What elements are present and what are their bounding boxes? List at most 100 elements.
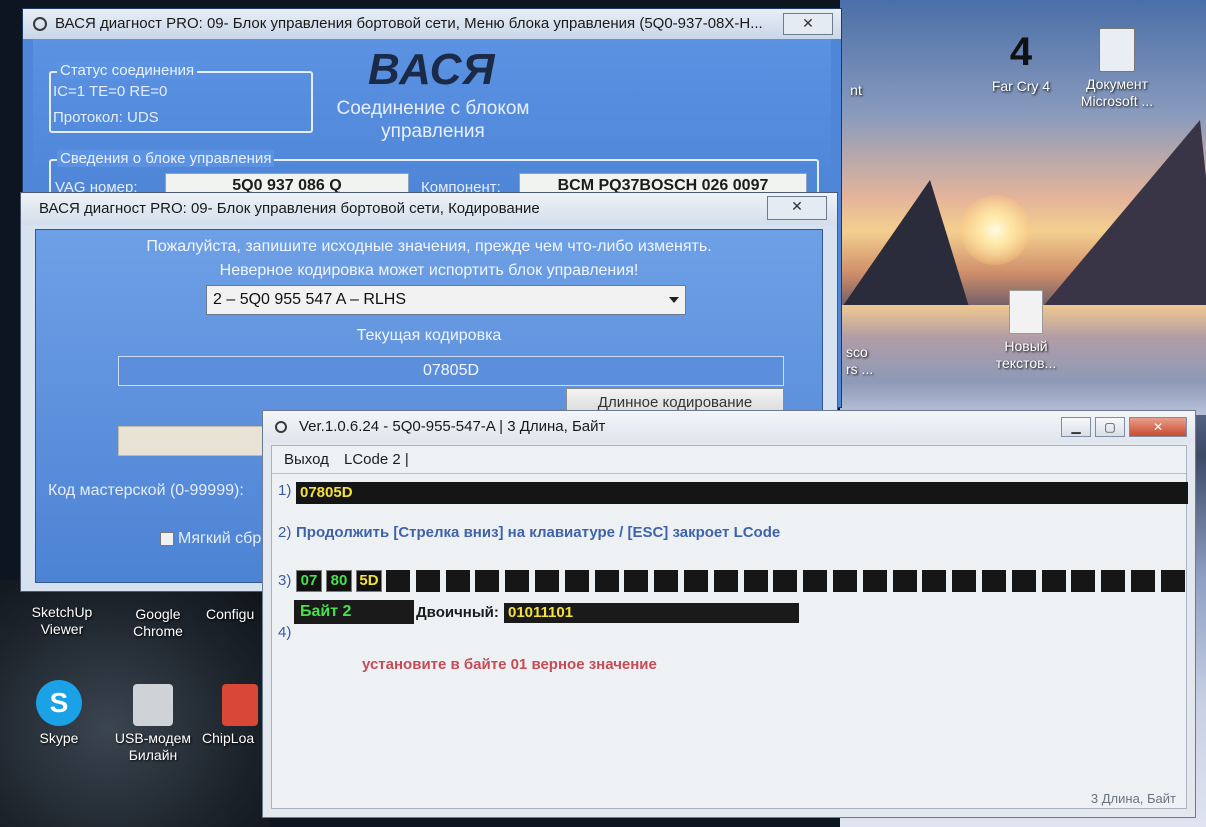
byte-cell-empty[interactable] xyxy=(982,570,1006,592)
byte-cell-empty[interactable] xyxy=(1160,570,1185,592)
byte-cell-empty[interactable] xyxy=(1041,570,1066,592)
chevron-down-icon[interactable] xyxy=(669,297,679,303)
soft-reset-checkbox[interactable] xyxy=(160,532,174,546)
desktop-icon-label: sco xyxy=(846,344,868,360)
byte-cell-empty[interactable] xyxy=(1071,570,1096,592)
warning-line-2: Неверное кодировка может испортить блок … xyxy=(219,262,639,279)
wallpaper-mountain-right xyxy=(1040,120,1206,310)
current-coding-label: Текущая кодировка xyxy=(356,327,502,344)
byte-cell-empty[interactable] xyxy=(505,570,530,592)
lcode-body: Выход LCode 2 | 1) 07805D 2) Продолжить … xyxy=(271,445,1188,809)
chiploader-icon xyxy=(222,684,258,726)
desktop-icon-chrome[interactable]: Google Chrome xyxy=(118,606,198,640)
desktop-icon-label: Google xyxy=(135,606,181,622)
desktop-icon-label: Configu xyxy=(206,606,255,622)
byte-cell-empty[interactable] xyxy=(892,570,917,592)
coding-window-close-button[interactable]: ✕ xyxy=(767,196,827,220)
app-icon xyxy=(33,17,47,31)
byte-cell-empty[interactable] xyxy=(654,570,679,592)
main-window-close-button[interactable]: ✕ xyxy=(783,13,833,35)
byte-cell-empty[interactable] xyxy=(564,570,589,592)
desktop-icon-chiploader[interactable]: ChipLoa xyxy=(202,684,266,747)
byte-cell-empty[interactable] xyxy=(833,570,857,592)
connection-status-title: Статус соединения xyxy=(57,62,198,79)
byte-cell-empty[interactable] xyxy=(386,570,410,592)
maximize-button[interactable]: ▢ xyxy=(1095,417,1125,437)
connection-status-group: Статус соединения IC=1 TE=0 RE=0 Протоко… xyxy=(49,62,313,133)
byte-cell-empty[interactable] xyxy=(594,570,619,592)
close-button[interactable]: ✕ xyxy=(1129,417,1187,437)
byte-cell-empty[interactable] xyxy=(415,570,440,592)
main-window-titlebar[interactable]: ВАСЯ диагност PRO: 09- Блок управления б… xyxy=(23,9,841,39)
document-icon xyxy=(1099,28,1135,72)
warning-line-1: Пожалуйста, запишите исходные значения, … xyxy=(146,238,712,255)
desktop-icon-usb-modem[interactable]: USB-модем Билайн xyxy=(108,684,198,764)
byte-cell-empty[interactable] xyxy=(1131,570,1155,592)
binary-label: Двоичный: xyxy=(416,604,499,621)
byte-cell-empty[interactable] xyxy=(475,570,500,592)
desktop-icon-new-text[interactable]: Новый текстов... xyxy=(986,290,1066,372)
desktop-icon-label: Microsoft ... xyxy=(1080,93,1154,109)
byte-cell-value[interactable]: 80 xyxy=(326,570,352,592)
byte-cell-empty[interactable] xyxy=(1101,570,1126,592)
byte-cell-empty[interactable] xyxy=(773,570,798,592)
desktop-icon-farcry[interactable]: 4 Far Cry 4 xyxy=(986,30,1056,95)
desktop-icon-label: Skype xyxy=(39,730,79,746)
byte-cell-empty[interactable] xyxy=(535,570,559,592)
byte-cell-empty[interactable] xyxy=(1011,570,1036,592)
desktop-icon-partial-2[interactable]: sco rs ... xyxy=(846,344,876,378)
desktop-icon-label: Новый xyxy=(1004,338,1048,354)
desktop-icon-label: SketchUp xyxy=(31,604,93,620)
desktop-icon-label: Билайн xyxy=(128,747,178,763)
menu-lcode[interactable]: LCode 2 | xyxy=(344,446,409,474)
vasya-logo: ВАСЯ xyxy=(368,45,496,94)
desktop-icon-label: Документ xyxy=(1085,76,1149,92)
byte-label: Байт 2 xyxy=(294,600,414,624)
row-1-number: 1) xyxy=(278,482,292,499)
coding-variant-value: 2 – 5Q0 955 547 A – RLHS xyxy=(213,291,407,308)
coding-variant-select[interactable]: 2 – 5Q0 955 547 A – RLHS xyxy=(206,285,686,315)
desktop-icon-document[interactable]: Документ Microsoft ... xyxy=(1072,28,1162,110)
desktop-icon-config[interactable]: Configu xyxy=(206,606,266,623)
lcode-window-titlebar[interactable]: Ver.1.0.6.24 - 5Q0-955-547-A | 3 Длина, … xyxy=(263,411,1195,443)
coding-value: 07805D xyxy=(300,484,353,501)
byte-cell-empty[interactable] xyxy=(803,570,828,592)
protocol-label: Протокол: UDS xyxy=(53,109,159,126)
lcode-window-title: Ver.1.0.6.24 - 5Q0-955-547-A | 3 Длина, … xyxy=(299,418,606,435)
byte-cell-value[interactable]: 5D xyxy=(356,570,382,592)
byte-cell-empty[interactable] xyxy=(862,570,887,592)
coding-window-title: ВАСЯ диагност PRO: 09- Блок управления б… xyxy=(39,200,540,217)
desktop-icon-label: ChipLoa xyxy=(202,730,255,746)
status-bar: 3 Длина, Байт xyxy=(1090,791,1176,806)
desktop-icon-label: nt xyxy=(850,82,862,98)
wallpaper-mountain-left xyxy=(840,180,970,310)
row-2-number: 2) xyxy=(278,524,292,541)
byte-cell-empty[interactable] xyxy=(624,570,649,592)
connection-status-line: IC=1 TE=0 RE=0 xyxy=(53,83,168,100)
coding-window-titlebar[interactable]: ВАСЯ диагност PRO: 09- Блок управления б… xyxy=(21,193,837,225)
byte-cell-empty[interactable] xyxy=(743,570,768,592)
minimize-button[interactable]: ▁ xyxy=(1061,417,1091,437)
byte-cell-empty[interactable] xyxy=(952,570,977,592)
desktop-icon-sketchup[interactable]: SketchUp Viewer xyxy=(22,604,102,638)
wallpaper-sun xyxy=(960,195,1030,265)
farcry-icon: 4 xyxy=(1009,30,1033,74)
continue-prompt: Продолжить [Стрелка вниз] на клавиатуре … xyxy=(296,524,781,541)
desktop-icon-partial[interactable]: nt xyxy=(846,82,866,99)
byte-cell-empty[interactable] xyxy=(684,570,708,592)
desktop-icon-label: USB-модем xyxy=(114,730,192,746)
desktop-icon-label: Far Cry 4 xyxy=(991,78,1051,94)
skype-icon: S xyxy=(36,680,82,726)
coding-value-bar[interactable]: 07805D xyxy=(296,482,1188,504)
byte-cell-empty[interactable] xyxy=(445,570,470,592)
menu-exit[interactable]: Выход xyxy=(284,446,329,474)
current-coding-field[interactable]: 07805D xyxy=(118,356,784,386)
byte-cell-value[interactable]: 07 xyxy=(296,570,322,592)
desktop-icon-label: текстов... xyxy=(995,355,1057,371)
desktop-icon-label: Chrome xyxy=(133,623,183,639)
desktop-icon-skype[interactable]: S Skype xyxy=(24,680,94,747)
byte-cell-empty[interactable] xyxy=(713,570,738,592)
byte-cell-empty[interactable] xyxy=(922,570,947,592)
control-unit-info-title: Сведения о блоке управления xyxy=(57,150,275,167)
binary-value[interactable]: 01011101 xyxy=(504,603,799,623)
